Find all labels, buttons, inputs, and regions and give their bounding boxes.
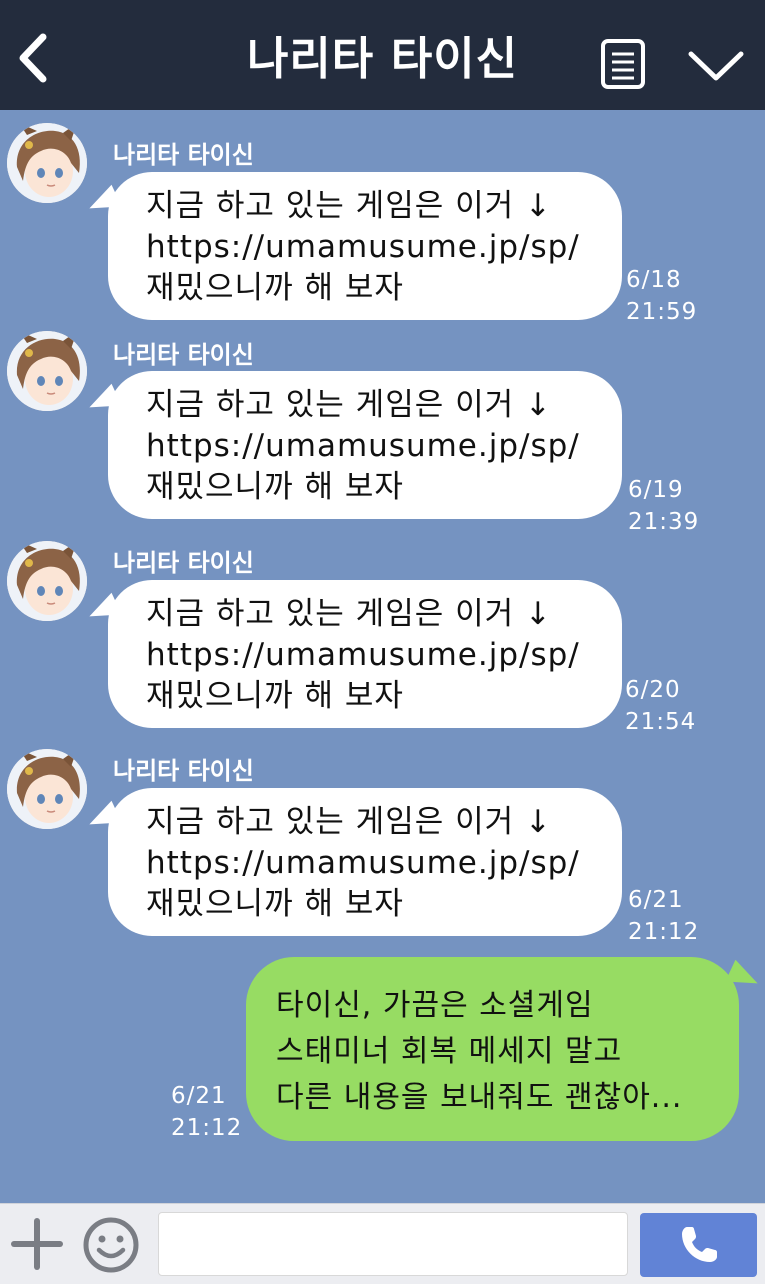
bubble-tail — [84, 800, 122, 836]
message-timestamp: 6/21 21:12 — [628, 884, 699, 948]
message-date: 6/18 — [626, 267, 682, 293]
avatar-portrait-icon — [7, 541, 87, 621]
message-timestamp: 6/20 21:54 — [625, 674, 696, 738]
chat-header: 나리타 타이신 — [0, 0, 765, 110]
message-time: 21:12 — [628, 919, 700, 945]
message-date: 6/21 — [628, 887, 684, 913]
bubble-tail — [84, 592, 122, 628]
message-input[interactable] — [158, 1212, 628, 1276]
message-text: 타이신, 가끔은 소셜게임 스태미너 회복 메세지 말고 다른 내용을 보내줘도… — [276, 983, 719, 1121]
sender-name: 나리타 타이신 — [113, 549, 254, 577]
message-time: 21:54 — [625, 709, 697, 735]
sender-name: 나리타 타이신 — [113, 757, 254, 785]
message-bubble[interactable]: 지금 하고 있는 게임은 이거 ↓ https://umamusume.jp/s… — [84, 172, 622, 320]
message-time: 21:39 — [628, 509, 700, 535]
message-text: 지금 하고 있는 게임은 이거 ↓ https://umamusume.jp/s… — [146, 594, 602, 717]
avatar[interactable] — [7, 123, 87, 203]
message-bubble[interactable]: 지금 하고 있는 게임은 이거 ↓ https://umamusume.jp/s… — [84, 788, 622, 936]
message-line: 재밌으니까 해 보자 — [146, 678, 404, 714]
message-line: 지금 하고 있는 게임은 이거 ↓ — [146, 804, 552, 840]
message-timestamp: 6/19 21:39 — [628, 474, 699, 538]
sender-name: 나리타 타이신 — [113, 141, 254, 169]
chevron-left-icon — [19, 33, 47, 83]
incoming-message: 나리타 타이신 지금 하고 있는 게임은 이거 ↓ https://umamus… — [0, 120, 765, 325]
attach-button[interactable] — [10, 1217, 64, 1271]
message-link[interactable]: https://umamusume.jp/sp/ — [146, 843, 602, 884]
message-line: 다른 내용을 보내줘도 괜찮아... — [276, 1080, 683, 1115]
bubble-tail — [725, 959, 763, 995]
message-line: 재밌으니까 해 보자 — [146, 886, 404, 922]
back-button[interactable] — [8, 28, 58, 88]
smiley-icon — [83, 1217, 139, 1273]
phone-icon — [681, 1227, 717, 1262]
message-date: 6/19 — [628, 477, 684, 503]
message-bubble[interactable]: 지금 하고 있는 게임은 이거 ↓ https://umamusume.jp/s… — [84, 580, 622, 728]
plus-icon — [11, 1218, 63, 1270]
menu-button[interactable] — [600, 38, 646, 90]
message-date: 6/21 — [171, 1083, 227, 1109]
message-time: 21:12 — [171, 1115, 243, 1141]
chevron-down-icon — [688, 51, 744, 81]
message-bubble[interactable]: 지금 하고 있는 게임은 이거 ↓ https://umamusume.jp/s… — [84, 371, 622, 519]
message-line: 지금 하고 있는 게임은 이거 ↓ — [146, 188, 552, 224]
input-bar — [0, 1203, 765, 1284]
message-line: 지금 하고 있는 게임은 이거 ↓ — [146, 387, 552, 423]
collapse-button[interactable] — [686, 44, 746, 88]
message-link[interactable]: https://umamusume.jp/sp/ — [146, 426, 602, 467]
outgoing-message-timestamp: 6/21 21:12 — [171, 1080, 242, 1144]
avatar-portrait-icon — [7, 331, 87, 411]
message-date: 6/20 — [625, 677, 681, 703]
message-timestamp: 6/18 21:59 — [626, 264, 697, 328]
sender-name: 나리타 타이신 — [113, 341, 254, 369]
message-line: 재밌으니까 해 보자 — [146, 469, 404, 505]
avatar-portrait-icon — [7, 749, 87, 829]
emoji-button[interactable] — [82, 1216, 140, 1274]
message-line: 스태미너 회복 메세지 말고 — [276, 1034, 623, 1069]
avatar-portrait-icon — [7, 123, 87, 203]
message-text: 지금 하고 있는 게임은 이거 ↓ https://umamusume.jp/s… — [146, 385, 602, 508]
document-list-icon — [601, 39, 645, 89]
chat-area[interactable]: 나리타 타이신 지금 하고 있는 게임은 이거 ↓ https://umamus… — [0, 110, 765, 1202]
outgoing-message-bubble[interactable]: 타이신, 가끔은 소셜게임 스태미너 회복 메세지 말고 다른 내용을 보내줘도… — [246, 957, 763, 1141]
avatar[interactable] — [7, 331, 87, 411]
bubble-tail — [84, 184, 122, 220]
avatar[interactable] — [7, 541, 87, 621]
incoming-message: 나리타 타이신 지금 하고 있는 게임은 이거 ↓ https://umamus… — [0, 328, 765, 535]
message-text: 지금 하고 있는 게임은 이거 ↓ https://umamusume.jp/s… — [146, 802, 602, 925]
chat-title: 나리타 타이신 — [246, 32, 519, 85]
message-link[interactable]: https://umamusume.jp/sp/ — [146, 227, 602, 268]
message-line: 지금 하고 있는 게임은 이거 ↓ — [146, 596, 552, 632]
incoming-message: 나리타 타이신 지금 하고 있는 게임은 이거 ↓ https://umamus… — [0, 538, 765, 738]
message-text: 지금 하고 있는 게임은 이거 ↓ https://umamusume.jp/s… — [146, 186, 602, 309]
call-button[interactable] — [640, 1213, 757, 1277]
message-time: 21:59 — [626, 299, 698, 325]
message-link[interactable]: https://umamusume.jp/sp/ — [146, 635, 602, 676]
message-line: 타이신, 가끔은 소셜게임 — [276, 988, 594, 1023]
message-line: 재밌으니까 해 보자 — [146, 270, 404, 306]
avatar[interactable] — [7, 749, 87, 829]
bubble-tail — [84, 383, 122, 419]
incoming-message: 나리타 타이신 지금 하고 있는 게임은 이거 ↓ https://umamus… — [0, 746, 765, 946]
